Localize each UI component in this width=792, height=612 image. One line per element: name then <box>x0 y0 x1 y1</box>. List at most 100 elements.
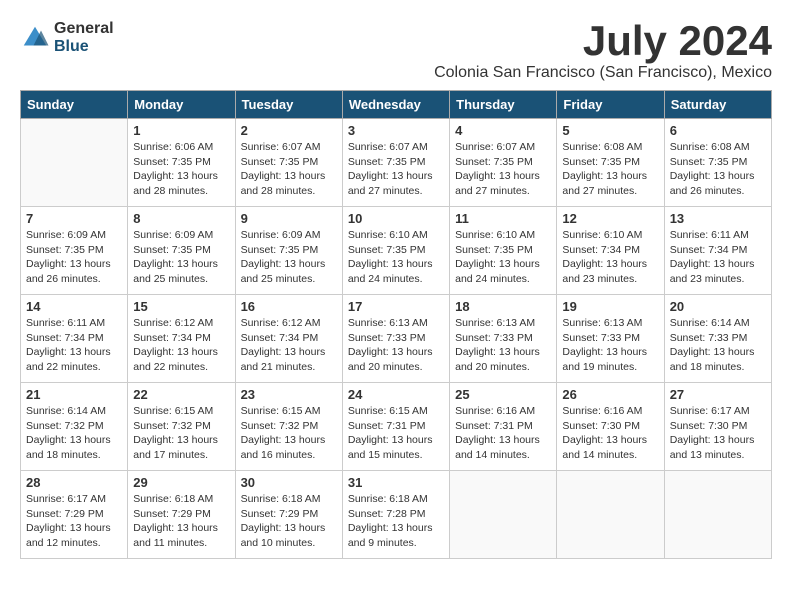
calendar-cell: 25 Sunrise: 6:16 AM Sunset: 7:31 PM Dayli… <box>450 383 557 471</box>
day-info: Sunrise: 6:09 AM Sunset: 7:35 PM Dayligh… <box>241 228 337 287</box>
logo-blue: Blue <box>54 38 114 56</box>
day-number: 26 <box>562 387 658 402</box>
calendar-cell <box>557 471 664 559</box>
day-number: 22 <box>133 387 229 402</box>
day-number: 6 <box>670 123 766 138</box>
week-row-3: 14 Sunrise: 6:11 AM Sunset: 7:34 PM Dayli… <box>21 295 772 383</box>
calendar-cell: 22 Sunrise: 6:15 AM Sunset: 7:32 PM Dayli… <box>128 383 235 471</box>
day-info: Sunrise: 6:15 AM Sunset: 7:32 PM Dayligh… <box>133 404 229 463</box>
day-number: 8 <box>133 211 229 226</box>
day-number: 25 <box>455 387 551 402</box>
day-number: 14 <box>26 299 122 314</box>
day-number: 30 <box>241 475 337 490</box>
calendar-cell: 3 Sunrise: 6:07 AM Sunset: 7:35 PM Daylig… <box>342 119 449 207</box>
week-row-5: 28 Sunrise: 6:17 AM Sunset: 7:29 PM Dayli… <box>21 471 772 559</box>
day-number: 5 <box>562 123 658 138</box>
day-number: 31 <box>348 475 444 490</box>
calendar-cell: 10 Sunrise: 6:10 AM Sunset: 7:35 PM Dayli… <box>342 207 449 295</box>
day-number: 16 <box>241 299 337 314</box>
day-info: Sunrise: 6:18 AM Sunset: 7:29 PM Dayligh… <box>133 492 229 551</box>
logo-icon <box>20 23 50 53</box>
day-number: 9 <box>241 211 337 226</box>
day-number: 15 <box>133 299 229 314</box>
day-info: Sunrise: 6:14 AM Sunset: 7:33 PM Dayligh… <box>670 316 766 375</box>
day-number: 20 <box>670 299 766 314</box>
column-header-tuesday: Tuesday <box>235 91 342 119</box>
day-info: Sunrise: 6:12 AM Sunset: 7:34 PM Dayligh… <box>241 316 337 375</box>
day-number: 27 <box>670 387 766 402</box>
day-info: Sunrise: 6:18 AM Sunset: 7:28 PM Dayligh… <box>348 492 444 551</box>
calendar-cell: 19Sunrise: 6:13 AM Sunset: 7:33 PM Dayli… <box>557 295 664 383</box>
day-info: Sunrise: 6:07 AM Sunset: 7:35 PM Dayligh… <box>348 140 444 199</box>
calendar-cell: 1Sunrise: 6:06 AM Sunset: 7:35 PM Daylig… <box>128 119 235 207</box>
logo: General Blue <box>20 20 114 55</box>
day-info: Sunrise: 6:07 AM Sunset: 7:35 PM Dayligh… <box>241 140 337 199</box>
day-info: Sunrise: 6:07 AM Sunset: 7:35 PM Dayligh… <box>455 140 551 199</box>
calendar-cell: 27Sunrise: 6:17 AM Sunset: 7:30 PM Dayli… <box>664 383 771 471</box>
day-number: 3 <box>348 123 444 138</box>
week-row-4: 21Sunrise: 6:14 AM Sunset: 7:32 PM Dayli… <box>21 383 772 471</box>
calendar-cell: 26 Sunrise: 6:16 AM Sunset: 7:30 PM Dayli… <box>557 383 664 471</box>
day-info: Sunrise: 6:13 AM Sunset: 7:33 PM Dayligh… <box>562 316 658 375</box>
location-title: Colonia San Francisco (San Francisco), M… <box>434 64 772 82</box>
day-info: Sunrise: 6:09 AM Sunset: 7:35 PM Dayligh… <box>26 228 122 287</box>
column-header-friday: Friday <box>557 91 664 119</box>
calendar-cell: 16 Sunrise: 6:12 AM Sunset: 7:34 PM Dayli… <box>235 295 342 383</box>
day-info: Sunrise: 6:11 AM Sunset: 7:34 PM Dayligh… <box>670 228 766 287</box>
day-info: Sunrise: 6:16 AM Sunset: 7:31 PM Dayligh… <box>455 404 551 463</box>
day-number: 12 <box>562 211 658 226</box>
day-number: 2 <box>241 123 337 138</box>
day-number: 24 <box>348 387 444 402</box>
calendar-cell: 13 Sunrise: 6:11 AM Sunset: 7:34 PM Dayli… <box>664 207 771 295</box>
day-number: 4 <box>455 123 551 138</box>
week-row-2: 7 Sunrise: 6:09 AM Sunset: 7:35 PM Daylig… <box>21 207 772 295</box>
week-row-1: 1Sunrise: 6:06 AM Sunset: 7:35 PM Daylig… <box>21 119 772 207</box>
day-info: Sunrise: 6:15 AM Sunset: 7:32 PM Dayligh… <box>241 404 337 463</box>
column-header-saturday: Saturday <box>664 91 771 119</box>
day-info: Sunrise: 6:15 AM Sunset: 7:31 PM Dayligh… <box>348 404 444 463</box>
day-info: Sunrise: 6:10 AM Sunset: 7:35 PM Dayligh… <box>455 228 551 287</box>
day-number: 29 <box>133 475 229 490</box>
calendar-cell: 21Sunrise: 6:14 AM Sunset: 7:32 PM Dayli… <box>21 383 128 471</box>
column-header-monday: Monday <box>128 91 235 119</box>
month-title: July 2024 <box>434 20 772 62</box>
calendar-cell <box>450 471 557 559</box>
day-info: Sunrise: 6:11 AM Sunset: 7:34 PM Dayligh… <box>26 316 122 375</box>
day-number: 28 <box>26 475 122 490</box>
day-number: 7 <box>26 211 122 226</box>
calendar-cell: 18 Sunrise: 6:13 AM Sunset: 7:33 PM Dayli… <box>450 295 557 383</box>
calendar-cell: 14 Sunrise: 6:11 AM Sunset: 7:34 PM Dayli… <box>21 295 128 383</box>
day-info: Sunrise: 6:17 AM Sunset: 7:29 PM Dayligh… <box>26 492 122 551</box>
day-info: Sunrise: 6:10 AM Sunset: 7:35 PM Dayligh… <box>348 228 444 287</box>
calendar-cell: 17Sunrise: 6:13 AM Sunset: 7:33 PM Dayli… <box>342 295 449 383</box>
day-info: Sunrise: 6:09 AM Sunset: 7:35 PM Dayligh… <box>133 228 229 287</box>
day-info: Sunrise: 6:08 AM Sunset: 7:35 PM Dayligh… <box>562 140 658 199</box>
calendar-cell: 11 Sunrise: 6:10 AM Sunset: 7:35 PM Dayli… <box>450 207 557 295</box>
day-number: 21 <box>26 387 122 402</box>
day-number: 1 <box>133 123 229 138</box>
calendar-cell <box>21 119 128 207</box>
calendar-cell: 20 Sunrise: 6:14 AM Sunset: 7:33 PM Dayli… <box>664 295 771 383</box>
day-info: Sunrise: 6:16 AM Sunset: 7:30 PM Dayligh… <box>562 404 658 463</box>
calendar-cell: 28 Sunrise: 6:17 AM Sunset: 7:29 PM Dayli… <box>21 471 128 559</box>
calendar-cell: 29 Sunrise: 6:18 AM Sunset: 7:29 PM Dayli… <box>128 471 235 559</box>
calendar-cell: 4 Sunrise: 6:07 AM Sunset: 7:35 PM Daylig… <box>450 119 557 207</box>
page-header: General Blue July 2024 Colonia San Franc… <box>20 20 772 82</box>
calendar-cell <box>664 471 771 559</box>
calendar-header-row: SundayMondayTuesdayWednesdayThursdayFrid… <box>21 91 772 119</box>
day-number: 11 <box>455 211 551 226</box>
day-info: Sunrise: 6:12 AM Sunset: 7:34 PM Dayligh… <box>133 316 229 375</box>
calendar-cell: 6Sunrise: 6:08 AM Sunset: 7:35 PM Daylig… <box>664 119 771 207</box>
column-header-wednesday: Wednesday <box>342 91 449 119</box>
calendar-cell: 31 Sunrise: 6:18 AM Sunset: 7:28 PM Dayli… <box>342 471 449 559</box>
calendar-table: SundayMondayTuesdayWednesdayThursdayFrid… <box>20 90 772 559</box>
day-info: Sunrise: 6:18 AM Sunset: 7:29 PM Dayligh… <box>241 492 337 551</box>
day-number: 10 <box>348 211 444 226</box>
calendar-cell: 2 Sunrise: 6:07 AM Sunset: 7:35 PM Daylig… <box>235 119 342 207</box>
calendar-cell: 9 Sunrise: 6:09 AM Sunset: 7:35 PM Daylig… <box>235 207 342 295</box>
day-number: 23 <box>241 387 337 402</box>
day-number: 18 <box>455 299 551 314</box>
day-number: 13 <box>670 211 766 226</box>
day-info: Sunrise: 6:10 AM Sunset: 7:34 PM Dayligh… <box>562 228 658 287</box>
day-info: Sunrise: 6:13 AM Sunset: 7:33 PM Dayligh… <box>455 316 551 375</box>
